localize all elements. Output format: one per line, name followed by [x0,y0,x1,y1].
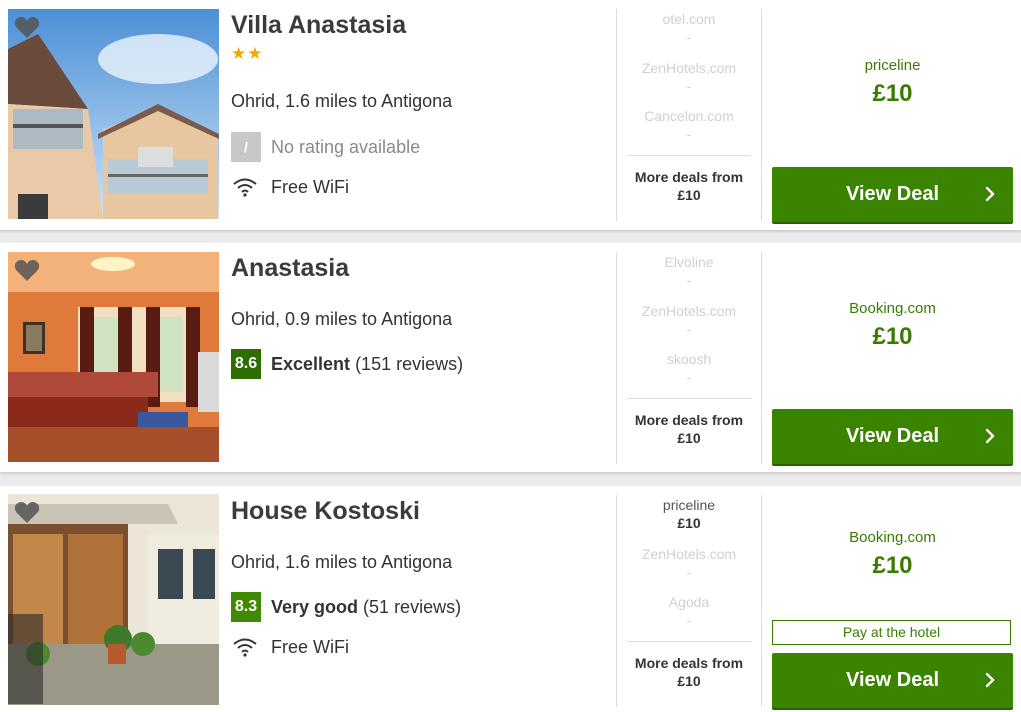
deal-item[interactable]: skoosh - [627,350,751,399]
deal-price: - [686,612,692,628]
deal-provider: ZenHotels.com [641,59,737,76]
favorite-heart-icon[interactable] [14,16,40,40]
favorite-heart-icon[interactable] [14,259,40,283]
hotel-card: House Kostoski Ohrid, 1.6 miles to Antig… [0,486,1021,712]
deal-provider: priceline [662,497,716,513]
review-count: (151 reviews) [355,353,464,374]
deal-item[interactable]: otel.com - [627,10,751,59]
more-deals-link[interactable]: More deals from £10 [627,155,751,204]
chevron-right-icon [985,428,995,444]
other-deals-list: priceline £10 ZenHotels.com - Agoda - [627,496,751,642]
rating-row: 8.6 Excellent (151 reviews) [231,349,463,379]
hotel-name[interactable]: Villa Anastasia [231,11,406,40]
column-divider [761,252,762,464]
more-deals-link[interactable]: More deals from £10 [627,398,751,447]
deal-price: - [686,272,692,288]
deal-item[interactable]: ZenHotels.com - [627,545,751,594]
wifi-icon [233,178,257,197]
rating-text: Excellent (151 reviews) [271,354,463,375]
rating-row: / No rating available [231,132,420,162]
amenity-wifi: Free WiFi [232,175,349,199]
deal-item[interactable]: Cancelon.com - [627,107,751,156]
deal-price: - [686,126,692,142]
star-rating: ★★ [231,44,264,63]
view-deal-button[interactable]: View Deal [772,409,1013,464]
hotel-name[interactable]: Anastasia [231,254,349,283]
deal-item[interactable]: Elvoline - [627,253,751,302]
more-deals-link[interactable]: More deals from £10 [627,641,751,690]
rating-score-badge: 8.3 [231,592,261,622]
view-deal-label: View Deal [845,425,940,447]
deal-item[interactable]: ZenHotels.com - [627,302,751,351]
best-deal-provider: Booking.com [849,300,936,317]
hotel-location[interactable]: Ohrid, 0.9 miles to Antigona [231,309,452,330]
amenity-wifi: Free WiFi [232,635,349,659]
best-deal-price: £10 [872,552,913,579]
other-deals-list: otel.com - ZenHotels.com - Cancelon.com … [627,10,751,156]
wifi-icon [233,638,257,657]
deal-price: - [686,77,692,94]
deal-provider: ZenHotels.com [641,302,737,319]
view-deal-label: View Deal [845,183,940,205]
deal-provider: Agoda [668,594,710,610]
best-deal-provider: Booking.com [849,529,936,546]
column-divider [616,495,617,707]
deal-price: - [686,563,692,580]
other-deals-list: Elvoline - ZenHotels.com - skoosh - [627,253,751,399]
hotel-card: Anastasia Ohrid, 0.9 miles to Antigona 8… [0,243,1021,472]
deal-price: - [686,29,692,45]
deal-provider: Cancelon.com [644,108,734,124]
deal-provider: skoosh [666,351,712,367]
deal-item[interactable]: priceline £10 [627,496,751,545]
deal-price: - [686,369,692,385]
more-deals-price: £10 [677,673,701,689]
favorite-heart-icon[interactable] [14,501,40,525]
hotel-card: Villa Anastasia ★★ Ohrid, 1.6 miles to A… [0,0,1021,230]
view-deal-label: View Deal [845,669,940,691]
more-deals-price: £10 [677,187,701,203]
rating-score-badge: 8.6 [231,349,261,379]
deal-price: £10 [677,515,701,531]
hotel-photo-image [8,9,219,219]
amenity-label: Free WiFi [271,636,349,657]
more-deals-label: More deals from [634,412,744,428]
column-divider [761,9,762,221]
rating-label: Excellent [271,353,351,374]
chevron-right-icon [985,186,995,202]
more-deals-price: £10 [677,430,701,446]
amenity-label: Free WiFi [271,176,349,197]
column-divider [616,9,617,221]
hotel-location[interactable]: Ohrid, 1.6 miles to Antigona [231,552,452,573]
rating-row: 8.3 Very good (51 reviews) [231,592,461,622]
rating-text: Very good (51 reviews) [271,597,461,618]
best-deal-price: £10 [872,80,913,107]
view-deal-button[interactable]: View Deal [772,167,1013,222]
column-divider [761,495,762,707]
hotel-photo-image [8,252,219,462]
best-deal-price: £10 [872,323,913,350]
column-divider [616,252,617,464]
deal-provider: Elvoline [664,254,714,270]
hotel-location[interactable]: Ohrid, 1.6 miles to Antigona [231,91,452,112]
more-deals-label: More deals from [634,169,744,185]
review-count: (51 reviews) [363,596,462,617]
hotel-photo[interactable] [8,9,219,219]
deal-item[interactable]: ZenHotels.com - [627,59,751,108]
rating-score-badge: / [231,132,261,162]
more-deals-label: More deals from [634,655,744,671]
hotel-name[interactable]: House Kostoski [231,497,420,526]
best-deal-provider: priceline [864,57,921,74]
view-deal-button[interactable]: View Deal [772,653,1013,708]
hotel-photo[interactable] [8,252,219,462]
hotel-photo-image [8,494,219,705]
chevron-right-icon [985,672,995,688]
hotel-photo[interactable] [8,494,219,705]
deal-provider: otel.com [662,11,716,27]
pay-at-hotel-badge: Pay at the hotel [772,620,1011,645]
rating-label: No rating available [271,136,421,157]
deal-item[interactable]: Agoda - [627,593,751,642]
deal-provider: ZenHotels.com [641,545,737,562]
deal-price: - [686,320,692,337]
rating-label: Very good [271,596,359,617]
